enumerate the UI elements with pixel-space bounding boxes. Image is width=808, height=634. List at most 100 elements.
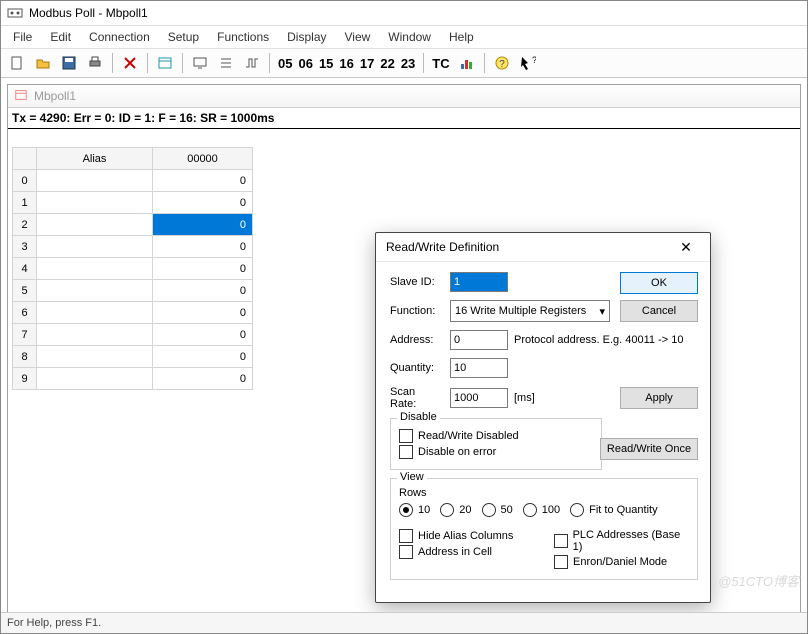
cell-alias[interactable] <box>37 258 153 280</box>
table-row[interactable]: 90 <box>13 368 253 390</box>
cell-alias[interactable] <box>37 346 153 368</box>
toolbar-fn-23[interactable]: 23 <box>398 56 418 71</box>
table-row[interactable]: 20 <box>13 214 253 236</box>
table-row[interactable]: 40 <box>13 258 253 280</box>
whatsthis-icon[interactable]: ? <box>516 51 540 75</box>
delete-icon[interactable] <box>118 51 142 75</box>
menubar: FileEditConnectionSetupFunctionsDisplayV… <box>1 26 807 48</box>
table-row[interactable]: 80 <box>13 346 253 368</box>
pulse-icon[interactable] <box>240 51 264 75</box>
row-header[interactable]: 4 <box>13 258 37 280</box>
cell-alias[interactable] <box>37 214 153 236</box>
cell-value[interactable]: 0 <box>153 170 253 192</box>
scanrate-input[interactable] <box>450 388 508 408</box>
menu-help[interactable]: Help <box>441 28 482 46</box>
svg-text:?: ? <box>499 59 505 70</box>
print-icon[interactable] <box>83 51 107 75</box>
cell-alias[interactable] <box>37 302 153 324</box>
apply-button[interactable]: Apply <box>620 387 698 409</box>
corner-cell <box>13 148 37 170</box>
cell-alias[interactable] <box>37 368 153 390</box>
row-header[interactable]: 8 <box>13 346 37 368</box>
menu-connection[interactable]: Connection <box>81 28 158 46</box>
dialog-titlebar[interactable]: Read/Write Definition ✕ <box>376 233 710 262</box>
cell-value[interactable]: 0 <box>153 192 253 214</box>
separator <box>423 53 424 73</box>
window-icon[interactable] <box>153 51 177 75</box>
row-header[interactable]: 6 <box>13 302 37 324</box>
toolbar-fn-06[interactable]: 06 <box>295 56 315 71</box>
disable-on-error-checkbox[interactable]: Disable on error <box>399 445 593 459</box>
menu-file[interactable]: File <box>5 28 40 46</box>
row-header[interactable]: 1 <box>13 192 37 214</box>
cell-value[interactable]: 0 <box>153 368 253 390</box>
toolbar-fn-22[interactable]: 22 <box>377 56 397 71</box>
col-value[interactable]: 00000 <box>153 148 253 170</box>
cell-alias[interactable] <box>37 324 153 346</box>
address-input[interactable] <box>450 330 508 350</box>
table-row[interactable]: 30 <box>13 236 253 258</box>
cancel-button[interactable]: Cancel <box>620 300 698 322</box>
row-header[interactable]: 0 <box>13 170 37 192</box>
close-icon[interactable]: ✕ <box>672 233 700 261</box>
enron-mode-checkbox[interactable]: Enron/Daniel Mode <box>554 555 689 569</box>
table-row[interactable]: 70 <box>13 324 253 346</box>
rows-radio-50[interactable]: 50 <box>482 503 513 517</box>
table-row[interactable]: 60 <box>13 302 253 324</box>
toolbar-fn-16[interactable]: 16 <box>336 56 356 71</box>
cell-value[interactable]: 0 <box>153 346 253 368</box>
menu-window[interactable]: Window <box>380 28 439 46</box>
toolbar-fn-17[interactable]: 17 <box>357 56 377 71</box>
menu-functions[interactable]: Functions <box>209 28 277 46</box>
child-icon <box>14 88 28 105</box>
list-icon[interactable] <box>214 51 238 75</box>
help-icon[interactable]: ? <box>490 51 514 75</box>
cell-value[interactable]: 0 <box>153 214 253 236</box>
function-combo[interactable]: 16 Write Multiple Registers ▾ <box>450 300 610 322</box>
rw-disabled-checkbox[interactable]: Read/Write Disabled <box>399 429 593 443</box>
menu-setup[interactable]: Setup <box>160 28 207 46</box>
rows-radio-20[interactable]: 20 <box>440 503 471 517</box>
hide-alias-checkbox[interactable]: Hide Alias Columns <box>399 529 534 543</box>
cell-value[interactable]: 0 <box>153 302 253 324</box>
rows-radio-10[interactable]: 10 <box>399 503 430 517</box>
menu-edit[interactable]: Edit <box>42 28 79 46</box>
chart-icon[interactable] <box>455 51 479 75</box>
table-row[interactable]: 00 <box>13 170 253 192</box>
toolbar-fn-15[interactable]: 15 <box>316 56 336 71</box>
rows-radio-100[interactable]: 100 <box>523 503 560 517</box>
rows-radio-fit-to-quantity[interactable]: Fit to Quantity <box>570 503 657 517</box>
menu-view[interactable]: View <box>337 28 379 46</box>
new-icon[interactable] <box>5 51 29 75</box>
address-in-cell-checkbox[interactable]: Address in Cell <box>399 545 534 559</box>
row-header[interactable]: 5 <box>13 280 37 302</box>
cell-alias[interactable] <box>37 280 153 302</box>
cell-value[interactable]: 0 <box>153 324 253 346</box>
menu-display[interactable]: Display <box>279 28 334 46</box>
cell-value[interactable]: 0 <box>153 258 253 280</box>
table-row[interactable]: 50 <box>13 280 253 302</box>
row-header[interactable]: 7 <box>13 324 37 346</box>
ok-button[interactable]: OK <box>620 272 698 294</box>
monitor-icon[interactable] <box>188 51 212 75</box>
col-alias[interactable]: Alias <box>37 148 153 170</box>
row-header[interactable]: 2 <box>13 214 37 236</box>
rw-once-button[interactable]: Read/Write Once <box>600 438 698 460</box>
slave-id-input[interactable] <box>450 272 508 292</box>
cell-alias[interactable] <box>37 192 153 214</box>
save-icon[interactable] <box>57 51 81 75</box>
cell-value[interactable]: 0 <box>153 236 253 258</box>
toolbar-tc[interactable]: TC <box>429 56 452 71</box>
cell-alias[interactable] <box>37 236 153 258</box>
cell-alias[interactable] <box>37 170 153 192</box>
cell-value[interactable]: 0 <box>153 280 253 302</box>
toolbar-fn-05[interactable]: 05 <box>275 56 295 71</box>
table-row[interactable]: 10 <box>13 192 253 214</box>
quantity-input[interactable] <box>450 358 508 378</box>
slave-id-label: Slave ID: <box>390 276 444 288</box>
row-header[interactable]: 3 <box>13 236 37 258</box>
plc-addresses-checkbox[interactable]: PLC Addresses (Base 1) <box>554 529 689 553</box>
child-titlebar[interactable]: Mbpoll1 <box>8 85 800 108</box>
open-icon[interactable] <box>31 51 55 75</box>
row-header[interactable]: 9 <box>13 368 37 390</box>
